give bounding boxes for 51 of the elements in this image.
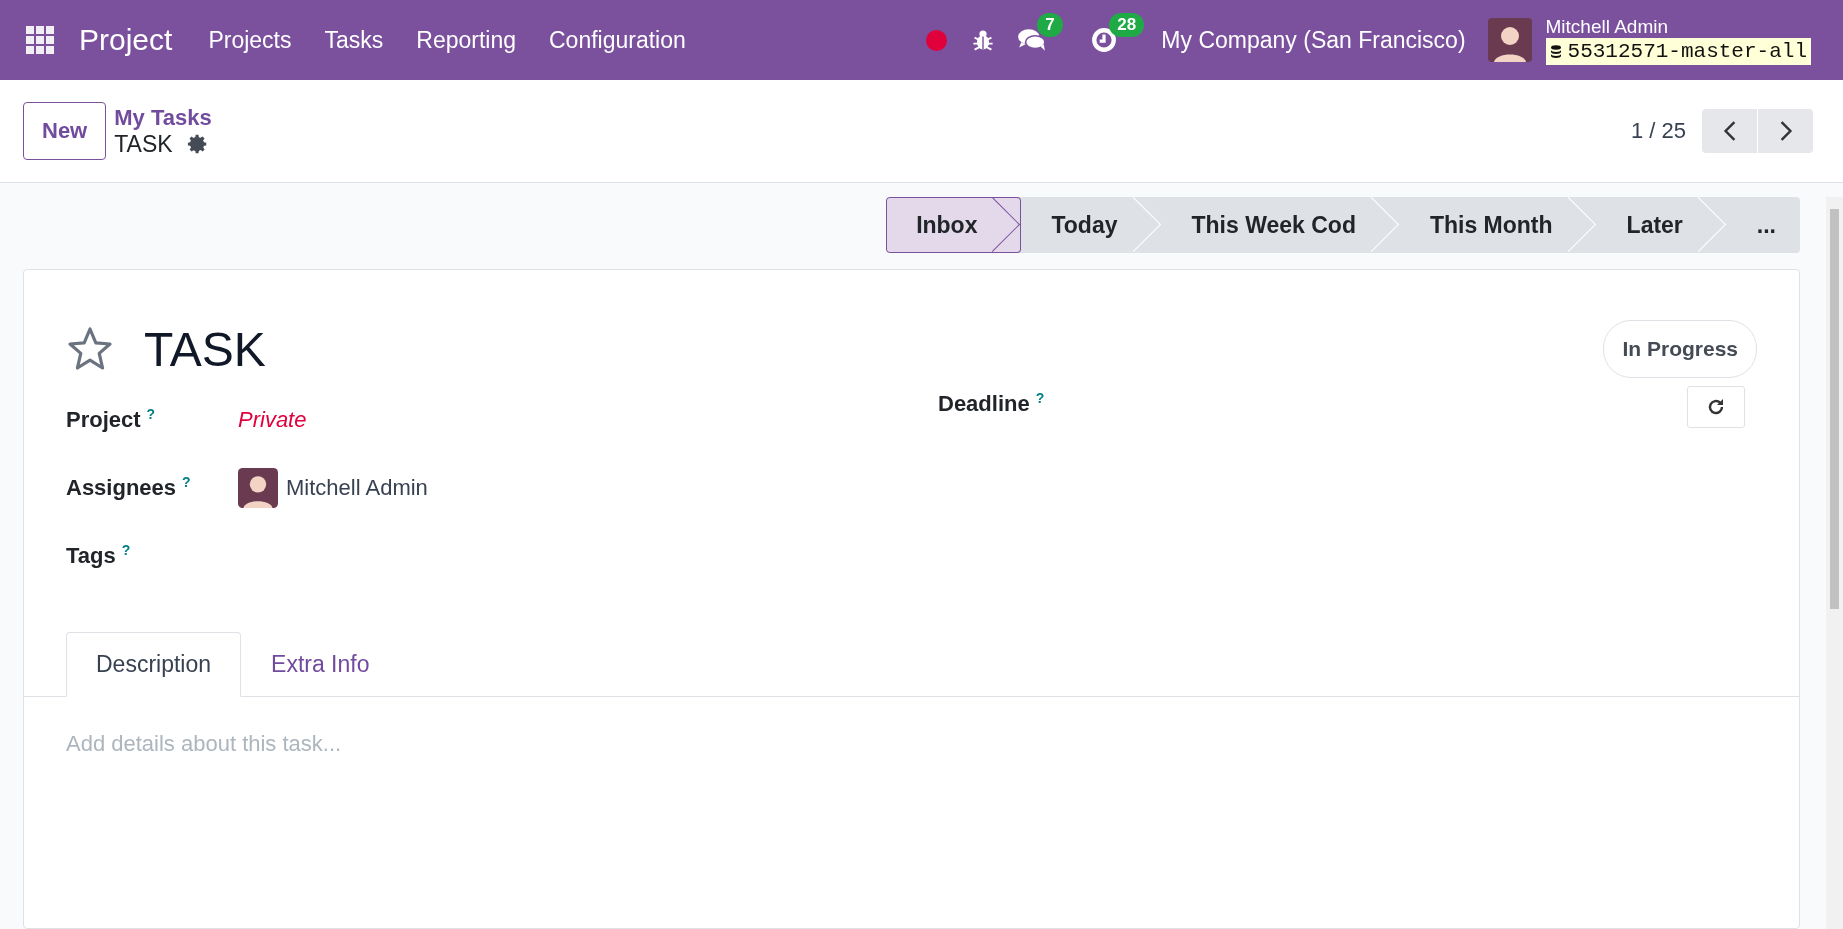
- message-count: 7: [1037, 13, 1063, 37]
- previous-button[interactable]: [1702, 109, 1757, 153]
- stage-button[interactable]: ...: [1726, 197, 1800, 253]
- bug-icon[interactable]: [971, 28, 996, 52]
- user-avatar-icon[interactable]: [1487, 18, 1532, 62]
- pager-counter: 1 / 25: [1630, 118, 1686, 144]
- chat-icon[interactable]: [1017, 27, 1048, 53]
- settings-icon[interactable]: [186, 133, 209, 155]
- field-label: Tags: [66, 543, 116, 569]
- new-button[interactable]: New: [23, 102, 107, 160]
- notebook-tab[interactable]: Extra Info: [241, 632, 400, 697]
- breadcrumb-link[interactable]: My Tasks: [114, 104, 212, 131]
- assignee-name[interactable]: Mitchell Admin: [286, 475, 428, 501]
- user-avatar-icon: [238, 468, 278, 508]
- chevron-right-icon: [1778, 120, 1793, 142]
- next-button[interactable]: [1758, 109, 1813, 153]
- stage-button[interactable]: Later: [1596, 197, 1727, 253]
- app-name[interactable]: Project: [79, 23, 173, 57]
- activity-count: 28: [1109, 13, 1145, 37]
- menu-item[interactable]: Reporting: [416, 26, 516, 54]
- stage-button[interactable]: Inbox: [886, 197, 1022, 253]
- description-placeholder: Add details about this task...: [66, 731, 342, 756]
- field-label: Deadline: [938, 391, 1030, 417]
- record-name: TASK: [114, 130, 173, 158]
- record-dot-icon[interactable]: [926, 29, 948, 51]
- help-tooltip[interactable]: ?: [121, 542, 131, 559]
- task-title: TASK: [144, 321, 266, 377]
- notebook-tab[interactable]: Description: [66, 632, 242, 697]
- help-tooltip[interactable]: ?: [182, 474, 191, 491]
- help-tooltip[interactable]: ?: [1035, 390, 1045, 406]
- company-switcher[interactable]: My Company (San Francisco): [1161, 26, 1466, 54]
- stage-button[interactable]: This Month: [1399, 197, 1597, 253]
- database-name: 55312571-master-all: [1567, 39, 1807, 63]
- field-label: Project: [66, 407, 141, 433]
- field-label: Assignees: [66, 475, 177, 501]
- help-tooltip[interactable]: ?: [146, 406, 156, 423]
- menu-item[interactable]: Projects: [208, 26, 292, 54]
- refresh-button[interactable]: [1687, 386, 1745, 428]
- menu-item[interactable]: Configuration: [549, 26, 686, 54]
- menu-item[interactable]: Tasks: [324, 26, 384, 54]
- apps-grid-icon[interactable]: [25, 25, 55, 55]
- state-button[interactable]: In Progress: [1603, 320, 1757, 378]
- project-value[interactable]: Private: [238, 407, 307, 433]
- stage-button[interactable]: This Week Cod: [1161, 197, 1400, 253]
- chevron-left-icon: [1722, 120, 1737, 142]
- stage-button[interactable]: Today: [1021, 197, 1162, 253]
- database-icon: [1549, 43, 1562, 59]
- star-icon[interactable]: [66, 325, 114, 373]
- refresh-icon: [1706, 397, 1726, 417]
- user-name[interactable]: Mitchell Admin: [1545, 15, 1811, 38]
- scrollbar[interactable]: [1826, 197, 1843, 929]
